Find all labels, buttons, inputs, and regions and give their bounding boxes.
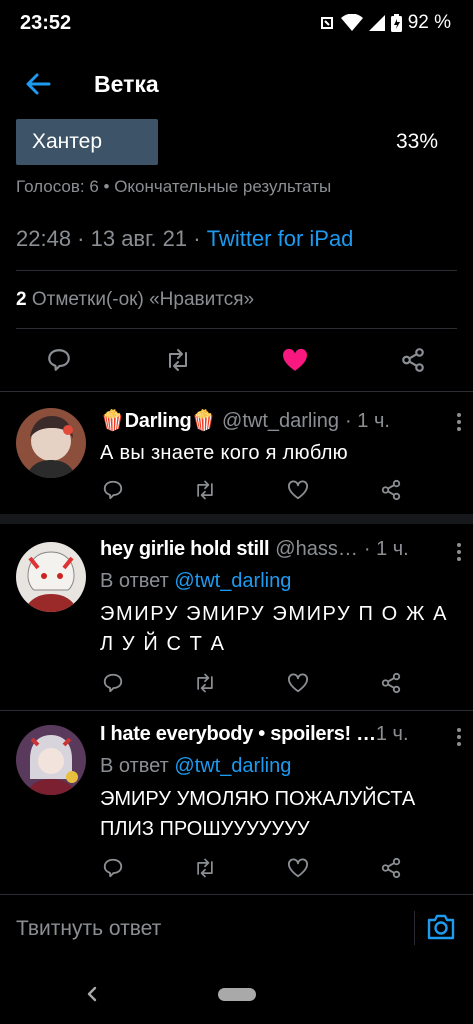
reply-text: А вы знаете кого я люблю	[100, 442, 348, 464]
camera-icon	[427, 914, 455, 940]
avatar[interactable]	[16, 725, 86, 795]
thread-separator	[0, 514, 473, 524]
reply-icon	[103, 858, 123, 878]
reply-time: · 1 ч.	[345, 410, 390, 432]
reply-action-bar	[100, 670, 420, 698]
status-time: 23:52	[20, 11, 72, 34]
avatar[interactable]	[16, 542, 86, 612]
reply-tweet[interactable]: 🍿Darling🍿 @twt_darling · 1 ч. А вы знает…	[0, 392, 473, 514]
more-vertical-icon[interactable]	[449, 410, 469, 434]
reply-action-bar	[100, 477, 420, 505]
like-button[interactable]	[281, 346, 309, 374]
heart-filled-icon	[283, 348, 307, 371]
wifi-icon	[340, 14, 363, 32]
reply-button[interactable]	[100, 670, 126, 696]
replying-to-handle[interactable]: @twt_darling	[174, 570, 291, 592]
heart-icon	[287, 858, 309, 878]
replying-to: В ответ @twt_darling	[100, 755, 457, 778]
heart-icon	[287, 480, 309, 500]
reply-input[interactable]: Твитнуть ответ	[16, 917, 161, 941]
nfc-icon	[319, 15, 335, 31]
poll-option-percent: 33%	[395, 130, 438, 153]
share-button[interactable]	[378, 855, 404, 881]
reply-author-handle[interactable]: @twt_darling	[222, 410, 339, 433]
camera-button[interactable]	[426, 913, 458, 945]
share-button[interactable]	[378, 670, 404, 696]
battery-icon	[390, 14, 402, 32]
reply-button[interactable]	[100, 477, 126, 503]
poll-option: Хантер 33%	[16, 119, 446, 165]
divider	[16, 328, 457, 329]
poll-meta: Голосов: 6 • Окончательные результаты	[16, 177, 332, 196]
tweet-source-link[interactable]: Twitter for iPad	[207, 226, 354, 251]
like-button[interactable]	[285, 855, 311, 881]
divider	[16, 270, 457, 271]
reply-author-name[interactable]: I hate everybody • spoilers! …	[100, 723, 376, 746]
like-button[interactable]	[285, 670, 311, 696]
reply-author-name[interactable]: hey girlie hold still	[100, 538, 270, 561]
status-icons: 92 %	[319, 12, 451, 34]
reply-action-bar	[100, 855, 420, 883]
retweet-icon	[197, 480, 213, 500]
tweet-datetime: 22:48 · 13 авг. 21 ·	[16, 226, 207, 251]
retweet-button[interactable]	[164, 346, 192, 374]
reply-compose-bar: Твитнуть ответ	[0, 894, 473, 964]
likes-count: 2	[16, 289, 27, 310]
page-title: Ветка	[94, 70, 159, 97]
retweet-button[interactable]	[192, 477, 218, 503]
likes-count-link[interactable]: 2 Отметки(-ок) «Нравится»	[16, 289, 254, 311]
retweet-button[interactable]	[192, 670, 218, 696]
chevron-left-icon[interactable]	[82, 982, 102, 1006]
tweet-timestamp: 22:48 · 13 авг. 21 · Twitter for iPad	[16, 226, 353, 252]
share-icon	[381, 857, 401, 879]
reply-text: ЭМИРУ УМОЛЯЮ ПОЖАЛУЙСТА ПЛИЗ ПРОШУУУУУУУ	[100, 788, 416, 840]
like-button[interactable]	[285, 477, 311, 503]
retweet-icon	[197, 858, 213, 878]
avatar[interactable]	[16, 408, 86, 478]
likes-label: Отметки(-ок) «Нравится»	[26, 289, 255, 310]
system-nav-bar	[0, 964, 473, 1024]
reply-tweet[interactable]: hey girlie hold still @hass… · 1 ч. В от…	[0, 524, 473, 710]
reply-author-name[interactable]: 🍿Darling🍿	[100, 408, 216, 433]
more-vertical-icon[interactable]	[449, 540, 469, 564]
reply-time: · 1 ч.	[363, 538, 409, 560]
share-icon	[381, 672, 401, 694]
reply-icon	[48, 349, 70, 371]
more-vertical-icon[interactable]	[449, 725, 469, 749]
reply-text: ЭМИРУ ЭМИРУ ЭМИРУ П О Ж А Л У Й С Т А	[100, 603, 449, 655]
retweet-icon	[197, 673, 213, 693]
home-pill-icon[interactable]	[218, 988, 256, 1001]
replying-to-prefix: В ответ	[100, 755, 175, 777]
share-icon	[381, 479, 401, 501]
share-button[interactable]	[378, 477, 404, 503]
back-button[interactable]	[18, 64, 58, 104]
reply-tweet[interactable]: I hate everybody • spoilers! … 1 ч. В от…	[0, 711, 473, 894]
replying-to-handle[interactable]: @twt_darling	[174, 755, 291, 777]
status-bar: 23:52 92 %	[0, 0, 473, 46]
signal-icon	[368, 14, 385, 32]
poll-option-label: Хантер	[32, 130, 103, 153]
retweet-icon	[169, 349, 187, 371]
reply-button[interactable]	[45, 346, 73, 374]
tweet-action-bar	[0, 336, 473, 384]
battery-percent: 92 %	[407, 12, 451, 33]
reply-button[interactable]	[100, 855, 126, 881]
retweet-button[interactable]	[192, 855, 218, 881]
header: Ветка	[0, 56, 473, 112]
heart-icon	[287, 673, 309, 693]
replying-to-prefix: В ответ	[100, 570, 175, 592]
reply-time: 1 ч.	[375, 723, 409, 745]
reply-icon	[103, 673, 123, 693]
arrow-left-icon	[26, 73, 51, 95]
share-button[interactable]	[399, 346, 427, 374]
replying-to: В ответ @twt_darling	[100, 570, 457, 593]
reply-author-handle[interactable]: @hass…	[275, 538, 358, 561]
divider	[414, 911, 415, 945]
reply-icon	[103, 480, 123, 500]
share-icon	[402, 348, 424, 372]
